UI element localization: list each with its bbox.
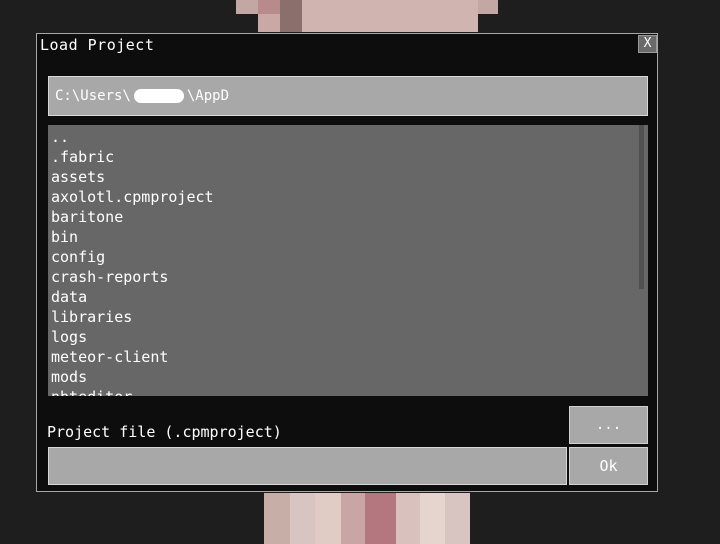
browse-button[interactable]: ... — [569, 406, 648, 444]
file-list-item[interactable]: nbteditor — [51, 387, 214, 396]
background-skin-bottom-patch — [365, 493, 396, 544]
background-skin-top-patch — [302, 0, 478, 32]
file-list-items: .. .fabric assets axolotl.cpmproject bar… — [51, 127, 214, 396]
background-skin-bottom-patch — [264, 493, 290, 544]
file-list-item[interactable]: mods — [51, 367, 214, 387]
file-list-item[interactable]: .. — [51, 127, 214, 147]
file-list-item[interactable]: bin — [51, 227, 214, 247]
file-list-item[interactable]: baritone — [51, 207, 214, 227]
file-list-item[interactable]: data — [51, 287, 214, 307]
file-list[interactable]: .. .fabric assets axolotl.cpmproject bar… — [48, 125, 648, 396]
file-list-item[interactable]: meteor-client — [51, 347, 214, 367]
background-skin-top-patch — [280, 0, 302, 32]
path-field[interactable]: C:\Users\ \AppD — [48, 76, 648, 116]
background-skin-bottom-patch — [420, 493, 445, 544]
ok-button[interactable]: Ok — [569, 447, 648, 485]
project-file-input[interactable] — [48, 447, 567, 485]
background-skin-bottom-patch — [396, 493, 420, 544]
background-skin-top-patch — [258, 14, 280, 32]
background-skin-bottom-patch — [315, 493, 341, 544]
file-list-item[interactable]: libraries — [51, 307, 214, 327]
project-file-label: Project file (.cpmproject) — [47, 423, 282, 441]
file-list-item[interactable]: assets — [51, 167, 214, 187]
background-skin-top-patch — [258, 0, 280, 14]
file-list-item[interactable]: config — [51, 247, 214, 267]
close-button[interactable]: X — [638, 35, 657, 53]
file-list-item[interactable]: axolotl.cpmproject — [51, 187, 214, 207]
file-list-item[interactable]: logs — [51, 327, 214, 347]
file-list-scrollbar[interactable] — [639, 125, 644, 289]
file-list-item[interactable]: .fabric — [51, 147, 214, 167]
redacted-username — [133, 89, 184, 103]
background-skin-bottom-patch — [341, 493, 365, 544]
file-list-item[interactable]: crash-reports — [51, 267, 214, 287]
path-suffix: \AppD — [186, 88, 230, 104]
load-project-dialog: Load Project X C:\Users\ \AppD .. .fabric… — [36, 33, 658, 492]
path-prefix: C:\Users\ — [55, 88, 131, 104]
dialog-title: Load Project — [40, 36, 155, 54]
